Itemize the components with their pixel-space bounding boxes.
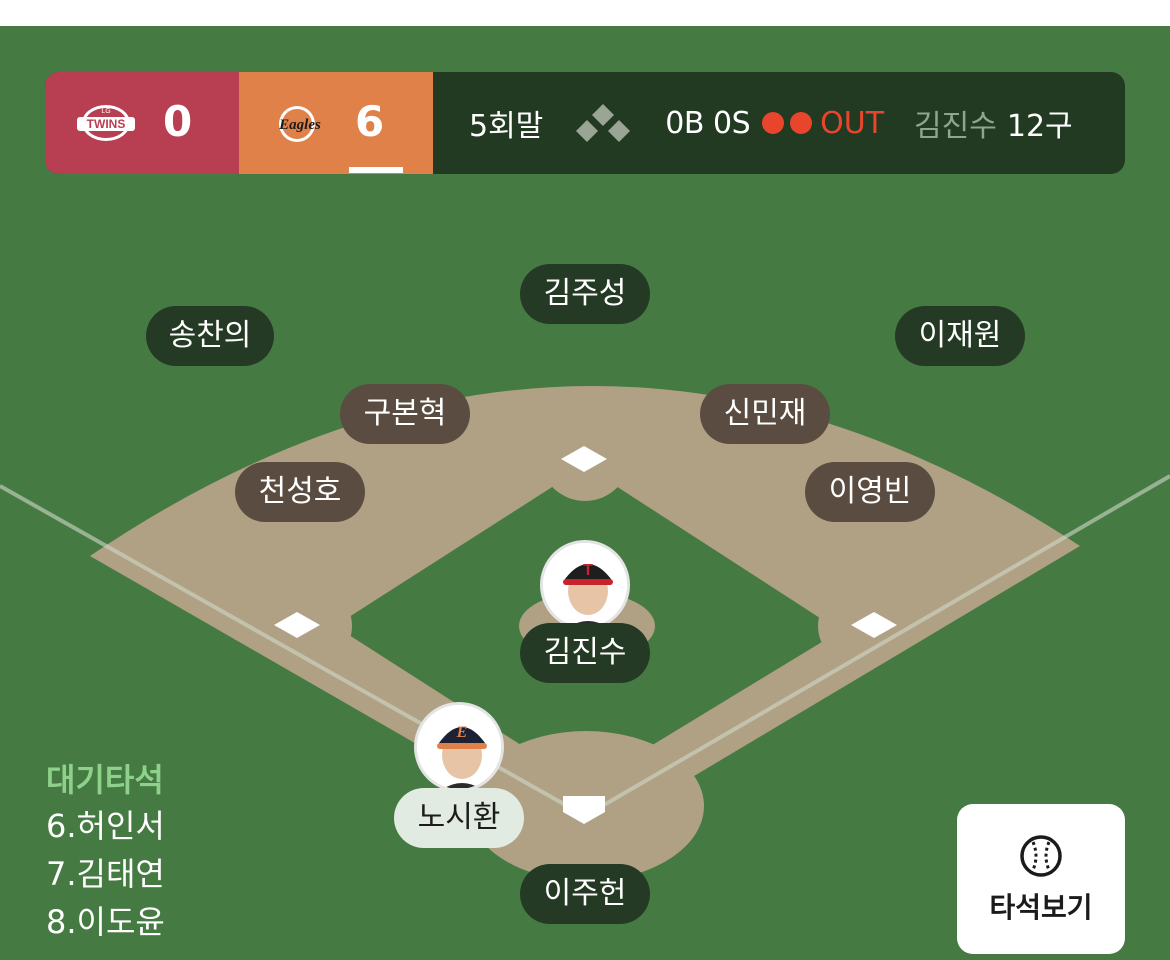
on-deck-item: 8.이도윤 [46, 903, 165, 941]
out-dot [762, 112, 785, 134]
out-dot [790, 112, 813, 134]
out-indicator: OUT [762, 106, 884, 141]
pitch-count: 12구 [1006, 109, 1073, 144]
ball-strike-count: 0B 0S [665, 105, 751, 141]
baseball-icon [1020, 835, 1062, 877]
home-score: 6 [355, 97, 385, 146]
pitcher-avatar[interactable]: T [540, 540, 630, 630]
fielder-pitcher[interactable]: 김진수 [520, 623, 650, 683]
on-deck-list: 대기타석 6.허인서 7.김태연 8.이도윤 [46, 758, 165, 946]
away-team: TWINS LG 0 [45, 72, 239, 174]
fielder-center[interactable]: 김주성 [520, 264, 650, 324]
view-at-bat-label: 타석보기 [989, 891, 1093, 924]
svg-text:E: E [456, 724, 468, 741]
svg-text:Eagles: Eagles [278, 117, 321, 133]
svg-text:T: T [583, 562, 593, 579]
current-batter[interactable]: 노시환 [394, 788, 524, 848]
fielder-shortstop[interactable]: 구본혁 [340, 384, 470, 444]
fielder-first[interactable]: 이영빈 [805, 462, 935, 522]
on-deck-item: 7.김태연 [46, 855, 165, 893]
fielder-right[interactable]: 이재원 [895, 306, 1025, 366]
on-deck-title: 대기타석 [46, 761, 164, 799]
batter-avatar[interactable]: E [414, 702, 504, 792]
base-runners-icon [576, 104, 631, 142]
home-team: Eagles 6 [239, 72, 433, 174]
scoreboard: TWINS LG 0 Eagles 6 5회말 0B 0S OUT 김진수 12… [45, 72, 1125, 174]
game-status: 5회말 0B 0S OUT 김진수 12구 [433, 72, 1125, 174]
svg-text:LG: LG [101, 108, 110, 115]
baseball-field: TWINS LG 0 Eagles 6 5회말 0B 0S OUT 김진수 12… [0, 26, 1170, 960]
fielder-second[interactable]: 신민재 [700, 384, 830, 444]
fielder-left[interactable]: 송찬의 [146, 306, 274, 366]
lg-twins-logo: TWINS LG [77, 105, 135, 141]
svg-text:TWINS: TWINS [87, 117, 126, 131]
fielder-third[interactable]: 천성호 [235, 462, 365, 522]
batting-team-indicator [349, 167, 403, 173]
view-at-bat-button[interactable]: 타석보기 [957, 804, 1125, 954]
fielder-catcher[interactable]: 이주헌 [520, 864, 650, 924]
current-pitcher: 김진수 [914, 109, 997, 144]
away-score: 0 [163, 97, 193, 146]
eagles-logo: Eagles [278, 106, 321, 142]
on-deck-item: 6.허인서 [46, 807, 165, 845]
inning-label: 5회말 [469, 109, 544, 144]
out-label: OUT [820, 105, 885, 141]
